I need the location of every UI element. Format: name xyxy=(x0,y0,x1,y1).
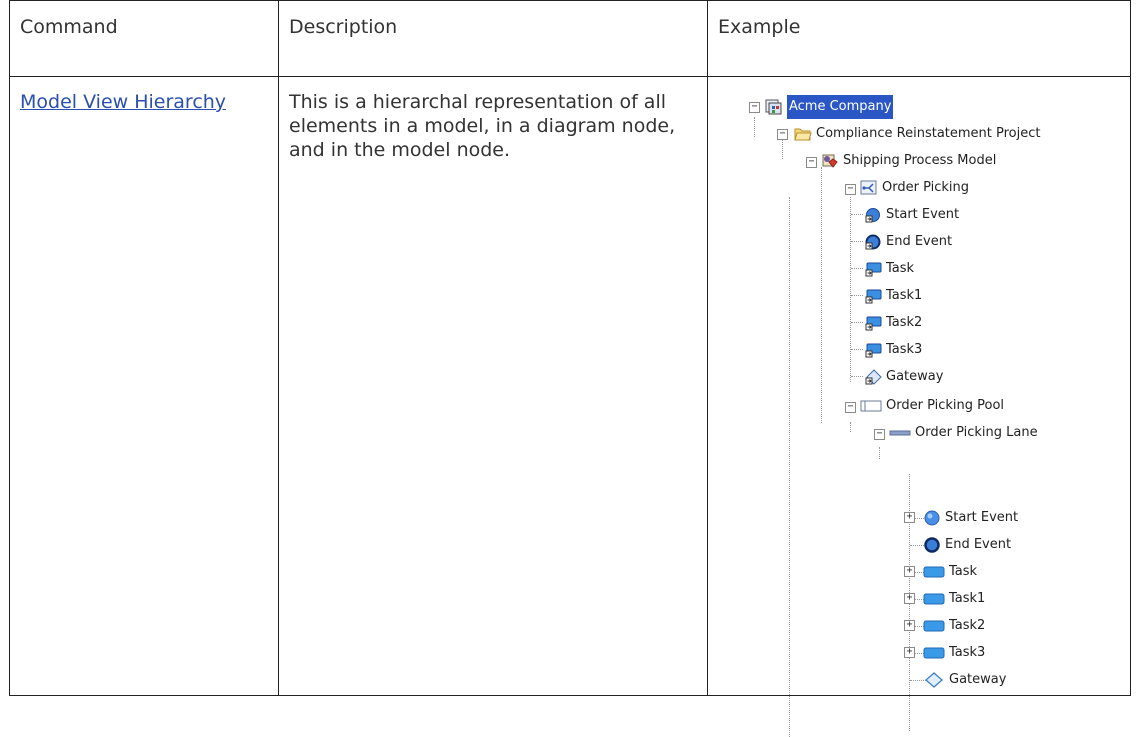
command-table: Command Description Example Model View H… xyxy=(9,0,1131,737)
expand-toggle[interactable]: + xyxy=(904,620,915,631)
header-description: Description xyxy=(278,0,708,77)
task-icon xyxy=(923,566,945,578)
tree-node-pool[interactable]: Order Picking Pool xyxy=(860,395,1004,417)
expand-toggle[interactable]: + xyxy=(904,512,915,523)
description-cell: This is a hierarchal representation of a… xyxy=(278,76,708,696)
tree-label: Compliance Reinstatement Project xyxy=(816,126,1041,141)
table-row: Model View Hierarchy This is a hierarcha… xyxy=(9,76,1131,737)
collapse-toggle[interactable]: − xyxy=(874,429,885,440)
header-example-label: Example xyxy=(718,16,801,38)
tree-node-lane-end-event[interactable]: End Event xyxy=(923,534,1011,556)
tree-label: Task2 xyxy=(886,315,923,330)
tree-label: Start Event xyxy=(886,207,960,222)
tree-label: Gateway xyxy=(949,672,1007,687)
tree-node-task1[interactable]: Task1 xyxy=(864,285,922,307)
company-icon xyxy=(765,99,782,115)
task-icon xyxy=(865,289,882,304)
task-icon xyxy=(923,593,945,605)
collapse-toggle[interactable]: − xyxy=(806,157,817,168)
start-event-icon xyxy=(865,208,880,223)
tree-node-lane-task1[interactable]: Task1 xyxy=(923,588,985,610)
collapse-toggle[interactable]: − xyxy=(845,402,856,413)
tree-node-model[interactable]: Shipping Process Model xyxy=(821,150,996,172)
expand-toggle[interactable]: + xyxy=(904,593,915,604)
tree-label: Order Picking Pool xyxy=(886,398,1005,413)
command-cell: Model View Hierarchy xyxy=(9,76,279,696)
tree-node-end-event[interactable]: End Event xyxy=(864,231,952,253)
tree-label: Acme Company xyxy=(787,95,894,119)
tree-label: Shipping Process Model xyxy=(843,153,997,168)
collapse-toggle[interactable]: − xyxy=(749,102,760,113)
collapse-toggle[interactable]: − xyxy=(845,184,856,195)
expand-toggle[interactable]: + xyxy=(904,647,915,658)
expand-toggle[interactable]: + xyxy=(904,566,915,577)
task-icon xyxy=(865,262,882,277)
tree-label: Task2 xyxy=(949,618,986,633)
tree-label: Task xyxy=(949,564,978,579)
tree-node-lane[interactable]: Order Picking Lane xyxy=(889,422,1038,444)
tree-label: Task1 xyxy=(949,591,986,606)
header-example: Example xyxy=(707,0,1131,77)
diagram-icon xyxy=(860,180,877,195)
tree-node-lane-task2[interactable]: Task2 xyxy=(923,615,985,637)
header-command-label: Command xyxy=(20,16,118,38)
collapse-toggle[interactable]: − xyxy=(777,129,788,140)
task-icon xyxy=(865,316,882,331)
task-icon xyxy=(923,647,945,659)
tree-node-gateway[interactable]: Gateway xyxy=(864,366,943,388)
tree-label: End Event xyxy=(886,234,953,249)
tree-label: Order Picking Lane xyxy=(915,425,1038,440)
lane-icon xyxy=(889,430,911,436)
tree-label: Task3 xyxy=(886,342,923,357)
tree-label: Gateway xyxy=(886,369,944,384)
description-text: This is a hierarchal representation of a… xyxy=(289,91,676,161)
tree-node-lane-gateway[interactable]: Gateway xyxy=(923,669,1006,691)
tree-label: End Event xyxy=(945,537,1012,552)
pool-icon xyxy=(860,400,882,412)
end-event-icon xyxy=(865,234,881,250)
header-description-label: Description xyxy=(289,16,398,38)
process-model-icon xyxy=(822,154,838,168)
task-icon xyxy=(923,620,945,632)
tree-node-task[interactable]: Task xyxy=(864,258,914,280)
task-icon xyxy=(865,343,882,358)
tree-node-task2[interactable]: Task2 xyxy=(864,312,922,334)
example-cell: − Acme Company − Compliance Reinstatemen… xyxy=(707,76,1131,737)
model-view-tree: − Acme Company − Compliance Reinstatemen… xyxy=(708,77,1126,737)
gateway-icon xyxy=(865,369,882,385)
folder-open-icon xyxy=(794,128,812,141)
tree-label: Task3 xyxy=(949,645,986,660)
tree-label: Task1 xyxy=(886,288,923,303)
end-event-icon xyxy=(924,537,940,553)
tree-node-task3[interactable]: Task3 xyxy=(864,339,922,361)
gateway-icon xyxy=(925,672,943,688)
tree-node-diagram[interactable]: Order Picking xyxy=(860,177,969,199)
tree-node-root[interactable]: Acme Company xyxy=(765,95,894,119)
start-event-icon xyxy=(924,510,940,526)
tree-node-lane-start-event[interactable]: Start Event xyxy=(923,507,1018,529)
tree-node-lane-task3[interactable]: Task3 xyxy=(923,642,985,664)
tree-label: Task xyxy=(886,261,915,276)
tree-label: Start Event xyxy=(945,510,1019,525)
tree-label: Order Picking xyxy=(882,180,970,195)
command-table-wrapper: Command Description Example Model View H… xyxy=(9,0,1131,737)
tree-node-start-event[interactable]: Start Event xyxy=(864,204,959,226)
tree-node-lane-task[interactable]: Task xyxy=(923,561,977,583)
model-view-hierarchy-link[interactable]: Model View Hierarchy xyxy=(20,91,226,113)
table-header-row: Command Description Example xyxy=(9,0,1131,77)
header-command: Command xyxy=(9,0,279,77)
tree-node-project[interactable]: Compliance Reinstatement Project xyxy=(794,123,1041,145)
